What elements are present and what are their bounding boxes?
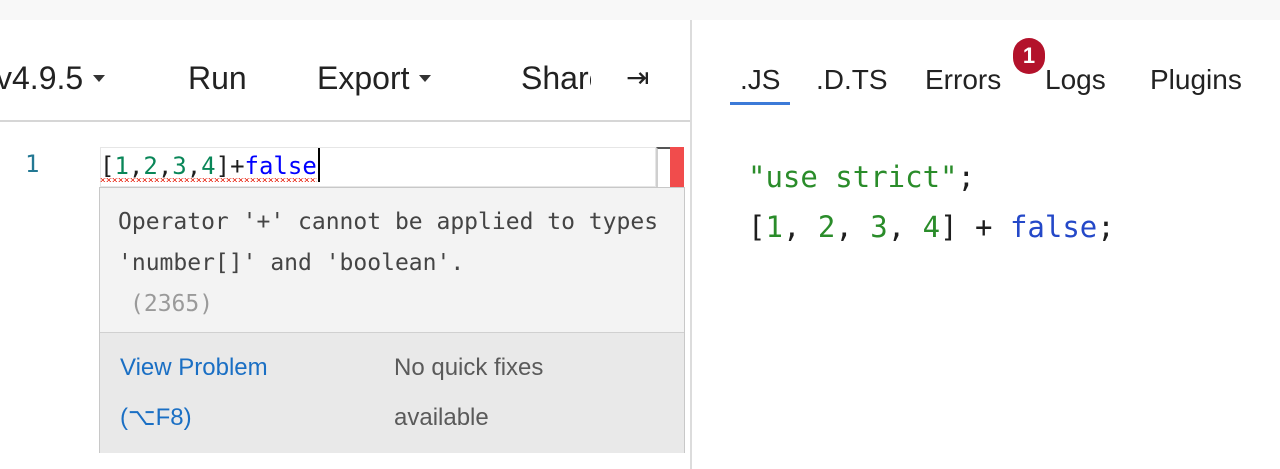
view-problem-link[interactable]: View Problem (⌥F8) <box>120 343 340 443</box>
output-token: 1 <box>765 210 783 244</box>
chevron-down-icon <box>419 75 432 83</box>
output-token: false <box>1009 210 1098 244</box>
export-dropdown[interactable]: Export <box>317 56 432 100</box>
output-token: ; <box>957 160 975 194</box>
compiled-output: "use strict"; [1, 2, 3, 4] + false; <box>748 152 1115 252</box>
tab-logs[interactable]: Logs <box>1045 58 1106 102</box>
run-label: Run <box>188 60 247 96</box>
output-token: "use strict" <box>748 160 958 194</box>
output-token: , <box>835 210 871 244</box>
code-token: false <box>244 152 317 180</box>
output-token: , <box>782 210 818 244</box>
code-token: 3 <box>172 152 187 180</box>
tab-js[interactable]: .JS <box>730 58 791 105</box>
tab-errors[interactable]: Errors <box>925 58 1001 102</box>
hover-actions: View Problem (⌥F8) No quick fixes availa… <box>100 332 684 453</box>
error-message: Operator '+' cannot be applied to types … <box>118 209 659 276</box>
code-token: 4 <box>201 152 216 180</box>
error-marker <box>670 147 684 187</box>
error-count-badge: 1 <box>1013 38 1045 74</box>
version-label: v4.9.5 <box>0 60 84 96</box>
error-code: (2365) <box>130 291 214 317</box>
export-label: Export <box>317 60 410 96</box>
output-token: , <box>887 210 923 244</box>
output-token: 4 <box>922 210 941 244</box>
run-button[interactable]: Run <box>188 56 247 100</box>
text-cursor <box>317 148 320 182</box>
collapse-sidebar-icon[interactable]: ⇥ <box>626 56 649 100</box>
output-token: ] + <box>940 210 1010 244</box>
editor-toolbar: v4.9.5 Run Export Share ⇥ <box>0 20 690 122</box>
output-token: ; <box>1097 210 1115 244</box>
output-token: [ <box>748 210 766 244</box>
code-token: ]+ <box>215 152 245 180</box>
editor-pane: v4.9.5 Run Export Share ⇥ 1 [1,2,3,4]+fa… <box>0 20 690 469</box>
code-token: 1 <box>114 152 129 180</box>
code-token: , <box>128 152 144 180</box>
error-hover-widget: Operator '+' cannot be applied to types … <box>99 187 685 453</box>
error-squiggle: [1,2,3,4]+false <box>100 152 317 182</box>
output-line-2: [1, 2, 3, 4] + false; <box>748 202 1115 252</box>
no-quick-fixes-text: No quick fixes available <box>394 354 544 431</box>
output-tabs: .JS .D.TS Errors 1 Logs Plugins <box>692 20 1280 122</box>
line-number: 1 <box>25 150 40 178</box>
chevron-down-icon <box>93 75 106 83</box>
output-token: 2 <box>817 210 836 244</box>
code-line-1[interactable]: [1,2,3,4]+false <box>100 148 320 184</box>
code-token: , <box>186 152 202 180</box>
version-dropdown[interactable]: v4.9.5 <box>0 56 106 100</box>
tab-dts[interactable]: .D.TS <box>816 58 888 102</box>
tab-plugins[interactable]: Plugins <box>1150 58 1242 102</box>
top-strip <box>0 0 1280 20</box>
output-line-1: "use strict"; <box>748 152 1115 202</box>
code-token: [ <box>100 152 115 180</box>
code-token: 2 <box>143 152 158 180</box>
output-pane: .JS .D.TS Errors 1 Logs Plugins "use str… <box>692 20 1280 469</box>
share-button[interactable]: Share <box>521 56 591 100</box>
share-label: Share <box>521 60 591 96</box>
output-token: 3 <box>870 210 888 244</box>
code-token: , <box>157 152 173 180</box>
